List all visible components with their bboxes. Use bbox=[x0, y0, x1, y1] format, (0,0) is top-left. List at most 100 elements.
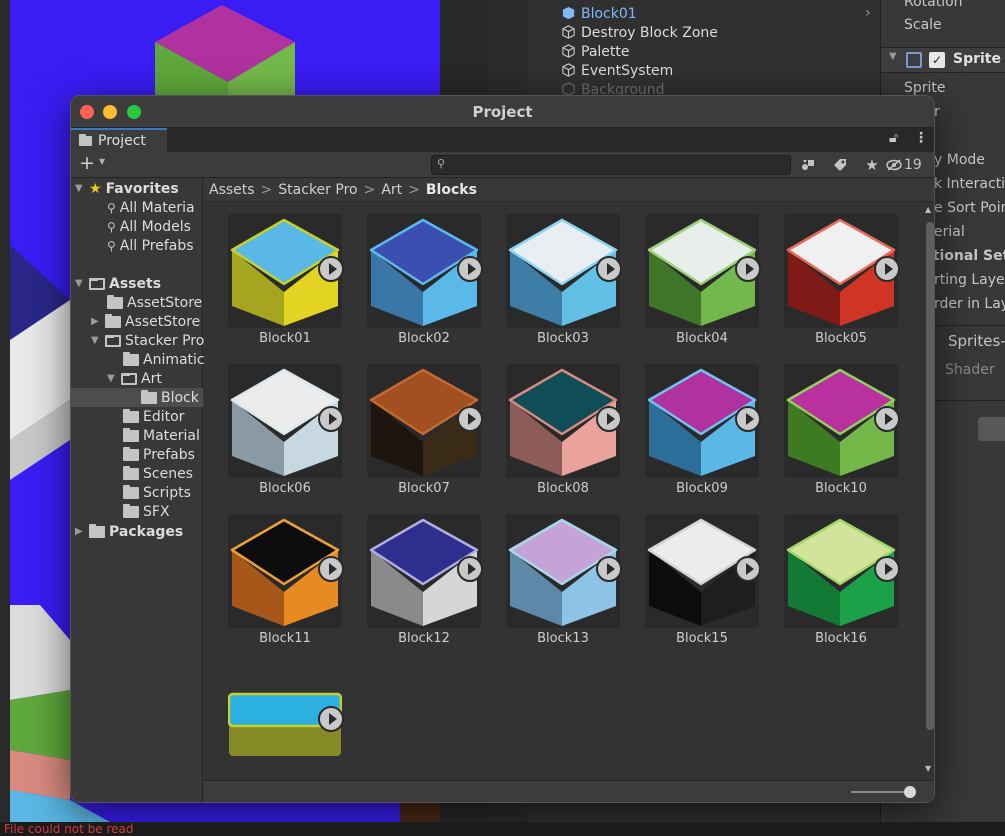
breadcrumb-item[interactable]: Assets bbox=[209, 182, 255, 198]
chevron-down-icon[interactable]: ▼ bbox=[99, 157, 105, 166]
collapsed-arrow-icon[interactable]: ▶ bbox=[75, 526, 85, 537]
play-icon[interactable] bbox=[874, 406, 900, 432]
foldout-arrow-icon[interactable]: ▼ bbox=[889, 51, 897, 62]
tree-packages[interactable]: ▶ Packages bbox=[75, 522, 183, 541]
play-icon[interactable] bbox=[874, 256, 900, 282]
scroll-up-icon[interactable]: ▲ bbox=[925, 205, 931, 214]
tab-project[interactable]: Project bbox=[71, 128, 167, 152]
play-icon[interactable] bbox=[457, 556, 483, 582]
asset-name[interactable]: Block10 bbox=[771, 481, 911, 496]
tree-folder[interactable]: ▶ AssetStore bbox=[91, 312, 200, 331]
asset-thumbnail[interactable] bbox=[645, 364, 761, 478]
title-bar[interactable]: Project bbox=[71, 96, 934, 128]
add-component-button[interactable] bbox=[978, 417, 1005, 441]
play-icon[interactable] bbox=[318, 556, 344, 582]
play-icon[interactable] bbox=[457, 406, 483, 432]
asset-thumbnail[interactable] bbox=[784, 214, 900, 328]
tree-folder[interactable]: SFX bbox=[123, 502, 170, 521]
tree-favorite-item[interactable]: ⚲ All Models bbox=[107, 217, 191, 236]
asset-thumbnail[interactable] bbox=[784, 514, 900, 628]
breadcrumb-current[interactable]: Blocks bbox=[426, 182, 477, 198]
tree-favorite-item[interactable]: ⚲ All Prefabs bbox=[107, 236, 194, 255]
breadcrumb-item[interactable]: Stacker Pro bbox=[278, 182, 357, 198]
asset-name[interactable]: Block02 bbox=[354, 331, 494, 346]
asset-name[interactable]: Block15 bbox=[632, 631, 772, 646]
tree-folder[interactable]: Animatic bbox=[123, 350, 205, 369]
tree-favorites[interactable]: ▼ ★ Favorites bbox=[75, 179, 179, 198]
lock-icon[interactable]: 🔓︎ bbox=[889, 130, 898, 146]
scroll-down-icon[interactable]: ▼ bbox=[925, 764, 931, 773]
asset-thumbnail[interactable] bbox=[506, 514, 622, 628]
play-icon[interactable] bbox=[596, 256, 622, 282]
hierarchy-item-destroy-zone[interactable]: Destroy Block Zone bbox=[561, 23, 718, 42]
hierarchy-item-eventsystem[interactable]: EventSystem bbox=[561, 61, 673, 80]
asset-name[interactable]: Block06 bbox=[215, 481, 355, 496]
zoom-slider-handle[interactable] bbox=[904, 786, 916, 798]
hidden-packages-toggle[interactable]: 19 bbox=[886, 155, 934, 175]
tree-assets[interactable]: ▼ Assets bbox=[75, 274, 161, 293]
expanded-arrow-icon[interactable]: ▼ bbox=[75, 278, 85, 289]
asset-name[interactable]: Block04 bbox=[632, 331, 772, 346]
asset-thumbnail[interactable] bbox=[367, 514, 483, 628]
asset-thumbnail[interactable] bbox=[367, 214, 483, 328]
play-icon[interactable] bbox=[318, 256, 344, 282]
asset-name[interactable]: Block07 bbox=[354, 481, 494, 496]
tree-folder-blocks[interactable]: Block bbox=[141, 388, 199, 407]
zoom-slider-track[interactable] bbox=[851, 791, 911, 793]
hierarchy-item-palette[interactable]: Palette bbox=[561, 42, 630, 61]
filter-by-label-icon[interactable] bbox=[829, 155, 851, 175]
status-message[interactable]: File could not be read bbox=[4, 823, 134, 836]
tree-folder-stacker-pro[interactable]: ▼ Stacker Pro bbox=[91, 331, 204, 350]
tree-favorite-item[interactable]: ⚲ All Materia bbox=[107, 198, 195, 217]
asset-name[interactable]: Block09 bbox=[632, 481, 772, 496]
play-icon[interactable] bbox=[596, 556, 622, 582]
tree-folder[interactable]: Prefabs bbox=[123, 445, 195, 464]
hierarchy-item-block01[interactable]: Block01 bbox=[561, 4, 637, 23]
play-icon[interactable] bbox=[874, 556, 900, 582]
tree-folder[interactable]: Scenes bbox=[123, 464, 193, 483]
play-icon[interactable] bbox=[596, 406, 622, 432]
asset-name[interactable]: Block01 bbox=[215, 331, 355, 346]
play-icon[interactable] bbox=[735, 256, 761, 282]
asset-thumbnail[interactable] bbox=[645, 214, 761, 328]
filter-by-type-icon[interactable] bbox=[797, 155, 819, 175]
play-icon[interactable] bbox=[457, 256, 483, 282]
asset-thumbnail[interactable] bbox=[645, 514, 761, 628]
more-options-icon[interactable]: ⋮ bbox=[914, 130, 928, 146]
asset-thumbnail[interactable] bbox=[228, 514, 344, 628]
asset-name[interactable]: Block12 bbox=[354, 631, 494, 646]
asset-thumbnail[interactable] bbox=[506, 214, 622, 328]
asset-name[interactable]: Block13 bbox=[493, 631, 633, 646]
asset-name[interactable]: Block05 bbox=[771, 331, 911, 346]
collapsed-arrow-icon[interactable]: ▶ bbox=[91, 316, 101, 327]
asset-thumbnail[interactable] bbox=[367, 364, 483, 478]
asset-thumbnail[interactable] bbox=[506, 364, 622, 478]
expanded-arrow-icon[interactable]: ▼ bbox=[75, 183, 85, 194]
tree-folder[interactable]: Editor bbox=[123, 407, 184, 426]
expanded-arrow-icon[interactable]: ▼ bbox=[91, 335, 101, 346]
tree-folder[interactable]: Scripts bbox=[123, 483, 191, 502]
star-icon[interactable]: ★ bbox=[861, 155, 883, 175]
asset-thumbnail[interactable] bbox=[228, 214, 344, 328]
asset-thumbnail[interactable] bbox=[228, 364, 344, 478]
asset-name[interactable]: Block03 bbox=[493, 331, 633, 346]
search-input[interactable] bbox=[431, 155, 791, 175]
asset-name[interactable]: Block11 bbox=[215, 631, 355, 646]
tree-folder-art[interactable]: ▼ Art bbox=[107, 369, 162, 388]
expanded-arrow-icon[interactable]: ▼ bbox=[107, 373, 117, 384]
breadcrumb-item[interactable]: Art bbox=[381, 182, 402, 198]
scrollbar-thumb[interactable] bbox=[926, 222, 934, 730]
asset-name[interactable]: Block16 bbox=[771, 631, 911, 646]
chevron-right-icon[interactable]: › bbox=[865, 5, 871, 21]
play-icon[interactable] bbox=[735, 556, 761, 582]
asset-thumbnail[interactable] bbox=[784, 364, 900, 478]
enabled-checkbox[interactable]: ✓ bbox=[929, 52, 945, 68]
play-icon[interactable] bbox=[318, 706, 344, 732]
asset-thumbnail[interactable] bbox=[228, 664, 344, 778]
create-plus-icon[interactable]: + bbox=[79, 153, 95, 173]
tree-folder[interactable]: Material bbox=[123, 426, 200, 445]
play-icon[interactable] bbox=[735, 406, 761, 432]
asset-name[interactable]: Block08 bbox=[493, 481, 633, 496]
tree-folder[interactable]: AssetStore bbox=[107, 293, 202, 312]
play-icon[interactable] bbox=[318, 406, 344, 432]
